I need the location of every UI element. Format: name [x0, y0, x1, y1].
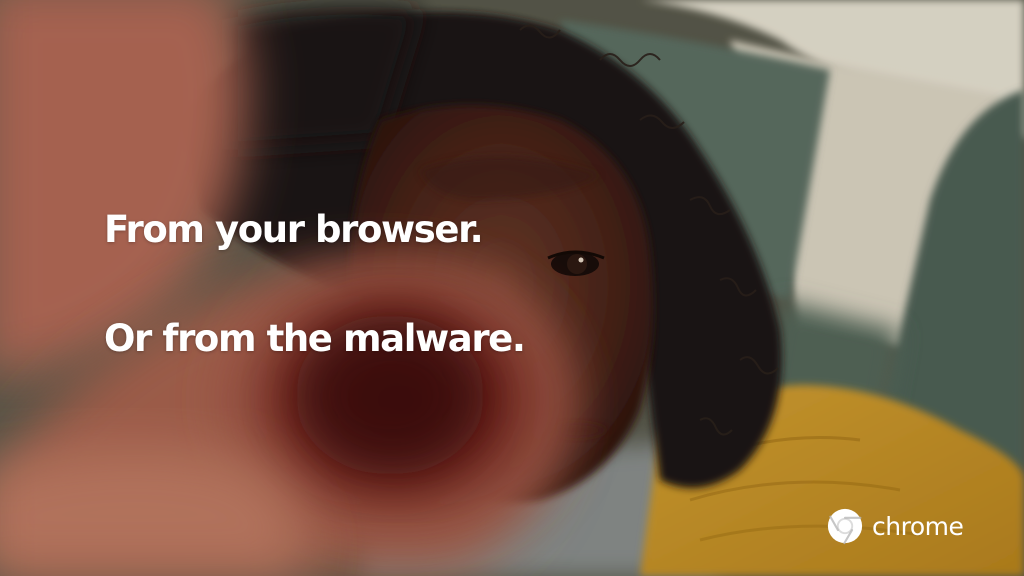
- headline-line-2: Or from the malware.: [104, 317, 526, 360]
- brand-name: chrome: [872, 511, 964, 541]
- brand-logo: chrome: [826, 506, 964, 546]
- video-frame: From your browser. Or from the malware. …: [0, 0, 1024, 576]
- background-scene: [0, 0, 1024, 576]
- headline-line-1: From your browser.: [104, 208, 484, 251]
- chrome-logo-icon: [827, 508, 863, 545]
